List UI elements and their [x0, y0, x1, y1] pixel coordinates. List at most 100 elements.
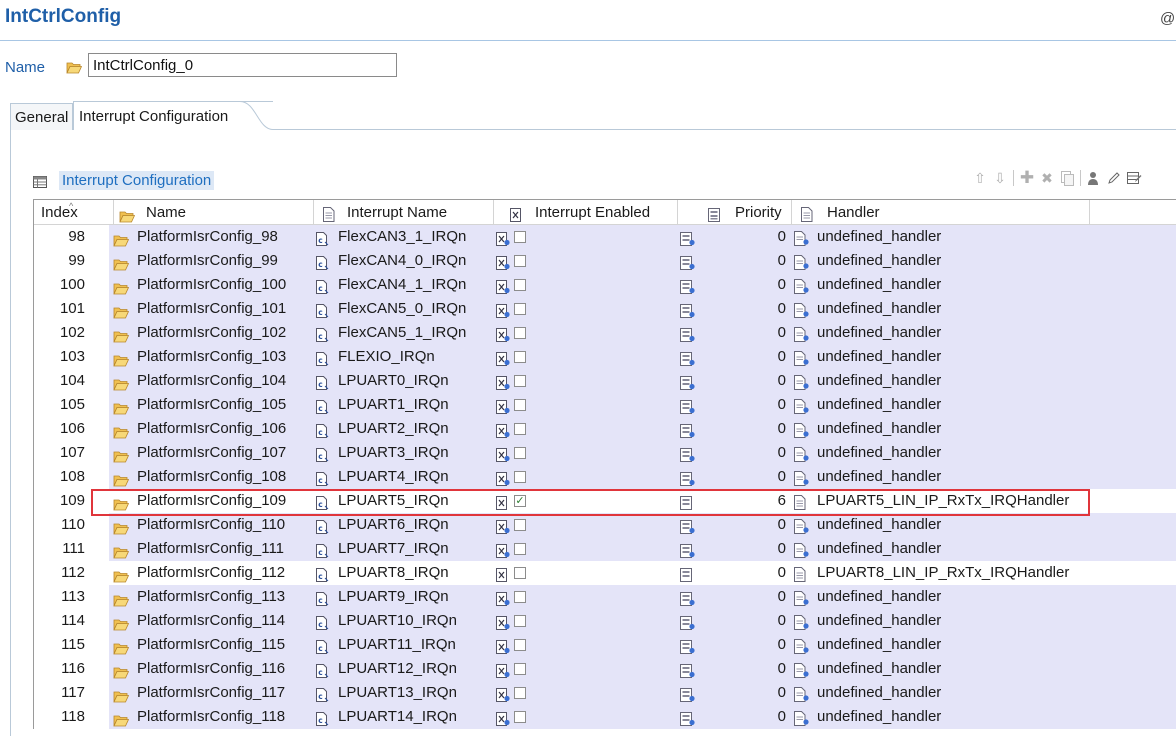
cell-handler[interactable]: LPUART8_LIN_IP_RxTx_IRQHandler — [792, 561, 1090, 585]
cell-interrupt-name[interactable]: c FlexCAN5_1_IRQn — [314, 321, 494, 345]
interrupt-enabled-checkbox[interactable] — [514, 615, 526, 627]
cell-index[interactable]: 99 — [34, 249, 86, 273]
interrupt-enabled-checkbox[interactable] — [514, 279, 526, 291]
interrupt-enabled-checkbox[interactable] — [514, 255, 526, 267]
cell-name[interactable]: PlatformIsrConfig_109 — [110, 489, 310, 513]
cell-name[interactable]: PlatformIsrConfig_106 — [110, 417, 310, 441]
interrupt-enabled-checkbox[interactable] — [514, 567, 526, 579]
cell-priority[interactable]: 0 — [677, 321, 792, 345]
cell-name[interactable]: PlatformIsrConfig_99 — [110, 249, 310, 273]
table-row[interactable]: 113 PlatformIsrConfig_113 c LPUART9_IRQn 0 un… — [34, 585, 1176, 609]
cell-index[interactable]: 105 — [34, 393, 86, 417]
cell-interrupt-name[interactable]: c FLEXIO_IRQn — [314, 345, 494, 369]
cell-index[interactable]: 104 — [34, 369, 86, 393]
cell-index[interactable]: 116 — [34, 657, 86, 681]
column-header-index[interactable]: ^ Index — [34, 200, 114, 225]
cell-interrupt-name[interactable]: c LPUART6_IRQn — [314, 513, 494, 537]
cell-priority[interactable]: 0 — [677, 225, 792, 249]
cell-interrupt-enabled[interactable] — [493, 297, 676, 321]
table-row[interactable]: 102 PlatformIsrConfig_102 c FlexCAN5_1_IRQn… — [34, 321, 1176, 345]
cell-handler[interactable]: undefined_handler — [792, 393, 1090, 417]
cell-index[interactable]: 118 — [34, 705, 86, 729]
table-row[interactable]: 98 PlatformIsrConfig_98 c FlexCAN3_1_IRQn 0 u… — [34, 225, 1176, 249]
interrupt-enabled-checkbox[interactable] — [514, 399, 526, 411]
cell-handler[interactable]: undefined_handler — [792, 345, 1090, 369]
interrupt-enabled-checkbox[interactable] — [514, 327, 526, 339]
table-row[interactable]: 114 PlatformIsrConfig_114 c LPUART10_IRQn 0 u… — [34, 609, 1176, 633]
cell-name[interactable]: PlatformIsrConfig_108 — [110, 465, 310, 489]
column-header-interrupt-name[interactable]: Interrupt Name — [314, 200, 494, 225]
cell-interrupt-enabled[interactable] — [493, 681, 676, 705]
cell-handler[interactable]: undefined_handler — [792, 705, 1090, 729]
cell-handler[interactable]: undefined_handler — [792, 273, 1090, 297]
cell-priority[interactable]: 0 — [677, 705, 792, 729]
cell-handler[interactable]: undefined_handler — [792, 417, 1090, 441]
cell-handler[interactable]: LPUART5_LIN_IP_RxTx_IRQHandler — [792, 489, 1090, 513]
table-row[interactable]: 105 PlatformIsrConfig_105 c LPUART1_IRQn 0 un… — [34, 393, 1176, 417]
cell-priority[interactable]: 0 — [677, 465, 792, 489]
cell-priority[interactable]: 0 — [677, 441, 792, 465]
section-title[interactable]: Interrupt Configuration — [59, 171, 215, 190]
cell-index[interactable]: 100 — [34, 273, 86, 297]
interrupt-enabled-checkbox[interactable] — [514, 231, 526, 243]
user-icon[interactable] — [1084, 168, 1104, 188]
cell-priority[interactable]: 0 — [677, 369, 792, 393]
interrupt-enabled-checkbox[interactable] — [514, 663, 526, 675]
add-icon[interactable]: ✚ — [1017, 168, 1037, 188]
column-header-handler[interactable]: Handler — [792, 200, 1090, 225]
table-row[interactable]: 115 PlatformIsrConfig_115 c LPUART11_IRQn 0 u… — [34, 633, 1176, 657]
interrupt-enabled-checkbox[interactable] — [514, 351, 526, 363]
column-header-name[interactable]: Name — [114, 200, 314, 225]
table-row[interactable]: 104 PlatformIsrConfig_104 c LPUART0_IRQn 0 un… — [34, 369, 1176, 393]
cell-index[interactable]: 111 — [34, 537, 86, 561]
interrupt-enabled-checkbox[interactable] — [514, 519, 526, 531]
cell-priority[interactable]: 0 — [677, 249, 792, 273]
cell-interrupt-name[interactable]: c LPUART2_IRQn — [314, 417, 494, 441]
copy-icon[interactable] — [1057, 168, 1077, 188]
column-header-interrupt-enabled[interactable]: Interrupt Enabled — [494, 200, 678, 225]
interrupt-enabled-checkbox[interactable] — [514, 471, 526, 483]
cell-priority[interactable]: 6 — [677, 489, 792, 513]
cell-interrupt-enabled[interactable] — [493, 321, 676, 345]
table-row[interactable]: 99 PlatformIsrConfig_99 c FlexCAN4_0_IRQn 0 u… — [34, 249, 1176, 273]
interrupt-enabled-checkbox[interactable] — [514, 687, 526, 699]
cell-handler[interactable]: undefined_handler — [792, 609, 1090, 633]
cell-name[interactable]: PlatformIsrConfig_100 — [110, 273, 310, 297]
cell-index[interactable]: 115 — [34, 633, 86, 657]
title-right-glyph[interactable]: @ — [1160, 10, 1175, 27]
cell-handler[interactable]: undefined_handler — [792, 681, 1090, 705]
interrupt-enabled-checkbox[interactable] — [514, 303, 526, 315]
edit-icon[interactable] — [1104, 168, 1124, 188]
cell-interrupt-enabled[interactable] — [493, 393, 676, 417]
cell-handler[interactable]: undefined_handler — [792, 297, 1090, 321]
cell-priority[interactable]: 0 — [677, 513, 792, 537]
cell-interrupt-enabled[interactable] — [493, 633, 676, 657]
cell-name[interactable]: PlatformIsrConfig_115 — [110, 633, 310, 657]
cell-name[interactable]: PlatformIsrConfig_114 — [110, 609, 310, 633]
cell-handler[interactable]: undefined_handler — [792, 321, 1090, 345]
delete-icon[interactable]: ✖ — [1037, 168, 1057, 188]
cell-interrupt-enabled[interactable] — [493, 561, 676, 585]
interrupt-enabled-checkbox[interactable] — [514, 375, 526, 387]
cell-priority[interactable]: 0 — [677, 657, 792, 681]
table-row[interactable]: 101 PlatformIsrConfig_101 c FlexCAN5_0_IRQn… — [34, 297, 1176, 321]
cell-interrupt-enabled[interactable] — [493, 585, 676, 609]
table-row[interactable]: 103 PlatformIsrConfig_103 c FLEXIO_IRQn 0 und… — [34, 345, 1176, 369]
cell-name[interactable]: PlatformIsrConfig_113 — [110, 585, 310, 609]
cell-index[interactable]: 109 — [34, 489, 86, 513]
cell-handler[interactable]: undefined_handler — [792, 585, 1090, 609]
cell-name[interactable]: PlatformIsrConfig_116 — [110, 657, 310, 681]
cell-index[interactable]: 106 — [34, 417, 86, 441]
cell-index[interactable]: 103 — [34, 345, 86, 369]
cell-index[interactable]: 114 — [34, 609, 86, 633]
cell-interrupt-name[interactable]: c FlexCAN5_0_IRQn — [314, 297, 494, 321]
name-input[interactable] — [88, 53, 397, 77]
cell-interrupt-name[interactable]: c FlexCAN4_1_IRQn — [314, 273, 494, 297]
cell-priority[interactable]: 0 — [677, 297, 792, 321]
cell-priority[interactable]: 0 — [677, 417, 792, 441]
cell-name[interactable]: PlatformIsrConfig_103 — [110, 345, 310, 369]
cell-handler[interactable]: undefined_handler — [792, 441, 1090, 465]
interrupt-enabled-checkbox[interactable] — [514, 711, 526, 723]
table-row[interactable]: 108 PlatformIsrConfig_108 c LPUART4_IRQn 0 un… — [34, 465, 1176, 489]
cell-handler[interactable]: undefined_handler — [792, 225, 1090, 249]
